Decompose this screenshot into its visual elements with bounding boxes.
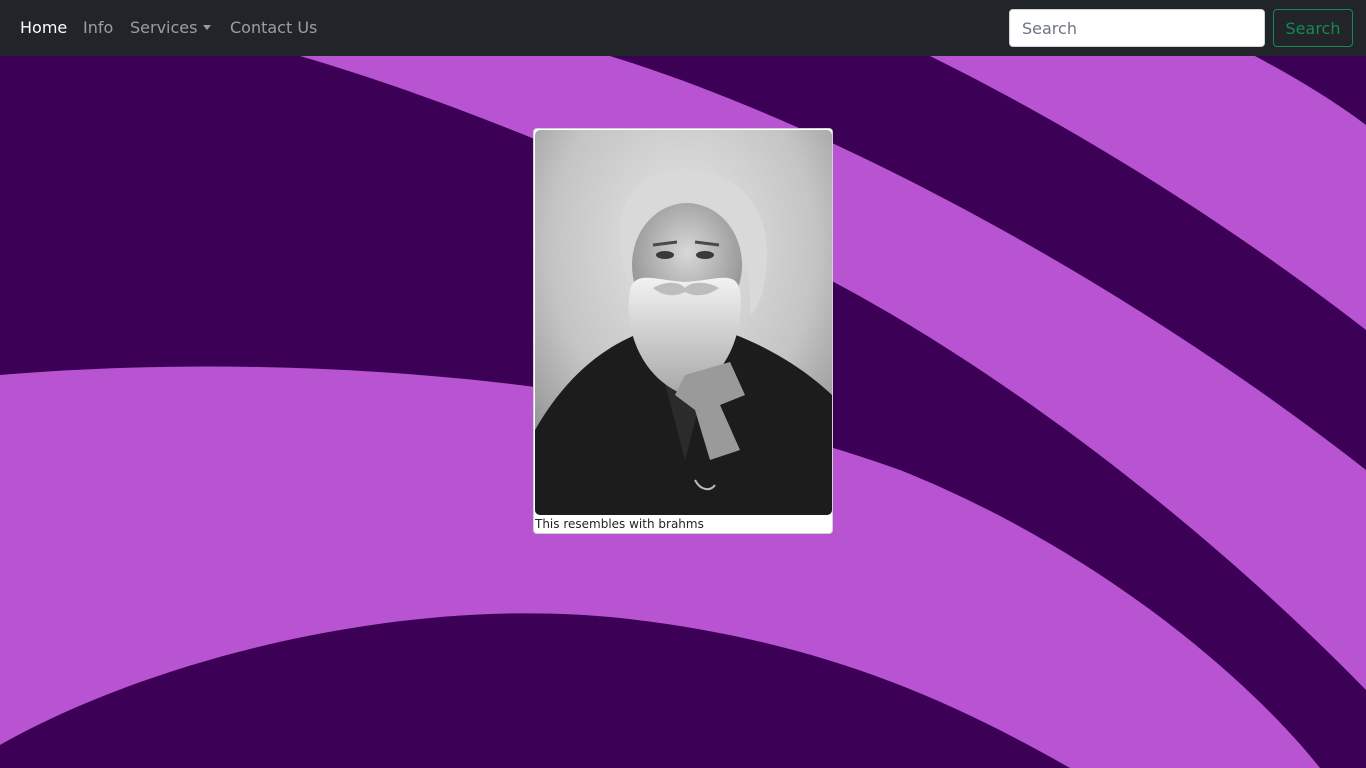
search-button[interactable]: Search — [1273, 9, 1353, 47]
nav-link-services-label: Services — [130, 18, 198, 37]
portrait-image — [535, 130, 832, 515]
navbar: Home Info Services Contact Us Search — [0, 0, 1366, 56]
chevron-down-icon — [203, 25, 212, 30]
nav-link-home[interactable]: Home — [20, 17, 67, 39]
nav-link-contact-us[interactable]: Contact Us — [230, 17, 317, 39]
nav-link-services[interactable]: Services — [130, 17, 212, 39]
image-card: This resembles with brahms — [533, 128, 833, 534]
search-input[interactable] — [1009, 9, 1265, 47]
image-caption: This resembles with brahms — [535, 517, 704, 531]
nav-link-info[interactable]: Info — [83, 17, 113, 39]
